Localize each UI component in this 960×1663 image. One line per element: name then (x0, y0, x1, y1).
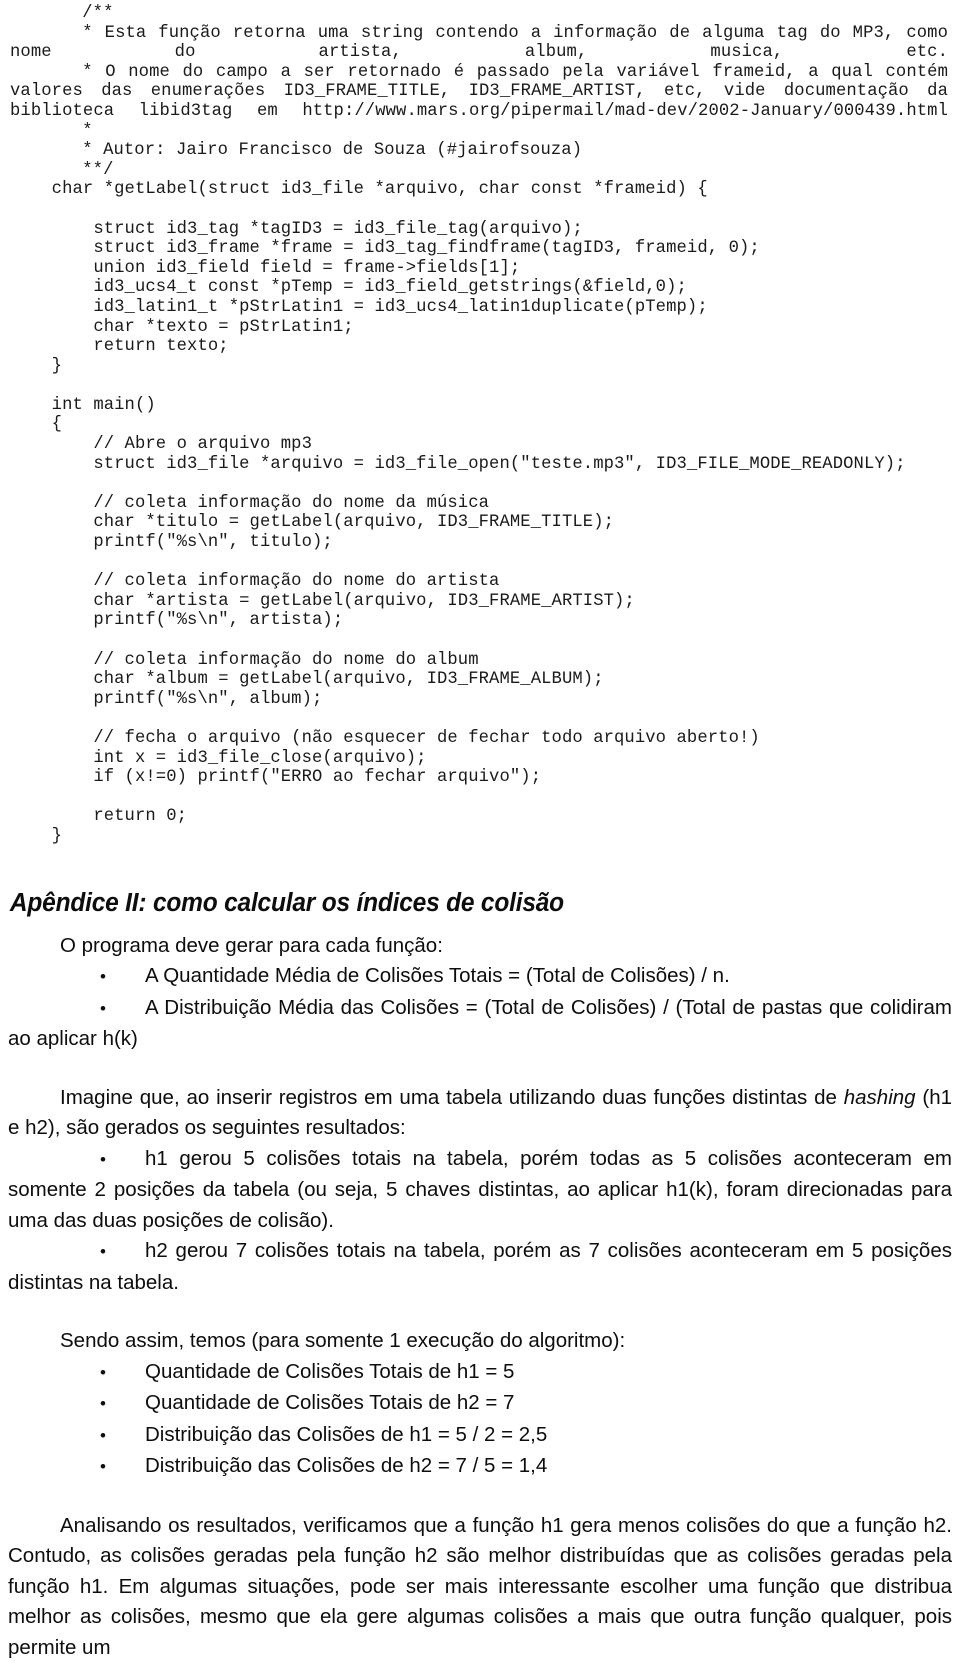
code-gap (10, 376, 948, 396)
code-listing: /** * Esta função retorna uma string con… (0, 0, 960, 847)
example-bullet-text: h1 gerou 5 colisões totais na tabela, po… (8, 1146, 952, 1232)
result-list-item: Quantidade de Colisões Totais de h1 = 5 (8, 1357, 952, 1389)
comment-open-line: /** (82, 4, 114, 23)
example-bullet-text: h2 gerou 7 colisões totais na tabela, po… (8, 1239, 952, 1294)
comment-paragraph-1: * Esta função retorna uma string contend… (10, 23, 948, 63)
comment-paragraph-2: * O nome do campo a ser retornado é pass… (10, 62, 948, 121)
example-intro-hashing-term: hashing (843, 1085, 916, 1109)
example-intro-paragraph: Imagine que, ao inserir registros em uma… (8, 1083, 952, 1144)
comment-author-line: * Autor: Jairo Francisco de Souza (#jair… (82, 141, 583, 161)
result-list-item: Quantidade de Colisões Totais de h2 = 7 (8, 1388, 952, 1420)
bullet-marker-icon (100, 961, 145, 993)
result-list-item: Distribuição das Colisões de h1 = 5 / 2 … (8, 1420, 952, 1452)
example-intro-before: Imagine que, ao inserir registros em uma… (60, 1085, 844, 1109)
appendix-intro: O programa deve gerar para cada função: (60, 933, 443, 957)
result-text: Quantidade de Colisões Totais de h1 = 5 (145, 1359, 515, 1383)
comment-star-line: * (82, 121, 93, 141)
bullet-marker-icon (100, 1144, 145, 1176)
formula-bullet-text: A Quantidade Média de Colisões Totais = … (145, 964, 730, 988)
bullet-marker-icon (100, 993, 145, 1025)
bullet-marker-icon (100, 1420, 145, 1452)
bullet-marker-icon (100, 1388, 145, 1420)
bullet-marker-icon (100, 1357, 145, 1389)
result-text: Distribuição das Colisões de h1 = 5 / 2 … (145, 1422, 548, 1446)
doc-comment-block: /** * Esta função retorna uma string con… (10, 4, 948, 180)
appendix-section: Apêndice II: como calcular os índices de… (0, 847, 960, 1663)
formula-bullet-item: A Distribuição Média das Colisões = (Tot… (8, 993, 952, 1055)
comment-close-line: **/ (82, 160, 114, 180)
getlabel-function-code: char *getLabel(struct id3_file *arquivo,… (51, 180, 760, 376)
example-bullet-item: h2 gerou 7 colisões totais na tabela, po… (8, 1236, 952, 1298)
bullet-marker-icon (100, 1451, 145, 1483)
formula-bullet-item: A Quantidade Média de Colisões Totais = … (8, 961, 952, 993)
result-text: Quantidade de Colisões Totais de h2 = 7 (145, 1391, 515, 1415)
example-bullet-item: h1 gerou 5 colisões totais na tabela, po… (8, 1144, 952, 1237)
appendix-top-spacer (8, 847, 952, 887)
appendix-heading: Apêndice II: como calcular os índices de… (9, 888, 564, 917)
formula-bullet-text: A Distribuição Média das Colisões = (Tot… (8, 995, 952, 1051)
main-function-code: int main() { // Abre o arquivo mp3 struc… (51, 395, 906, 846)
conclusion-paragraph: Analisando os resultados, verificamos qu… (8, 1513, 952, 1659)
bullet-marker-icon (100, 1236, 145, 1268)
results-intro: Sendo assim, temos (para somente 1 execu… (60, 1329, 626, 1353)
result-text: Distribuição das Colisões de h2 = 7 / 5 … (145, 1454, 548, 1478)
result-list-item: Distribuição das Colisões de h2 = 7 / 5 … (8, 1451, 952, 1483)
document-page: /** * Esta função retorna uma string con… (0, 0, 960, 1659)
